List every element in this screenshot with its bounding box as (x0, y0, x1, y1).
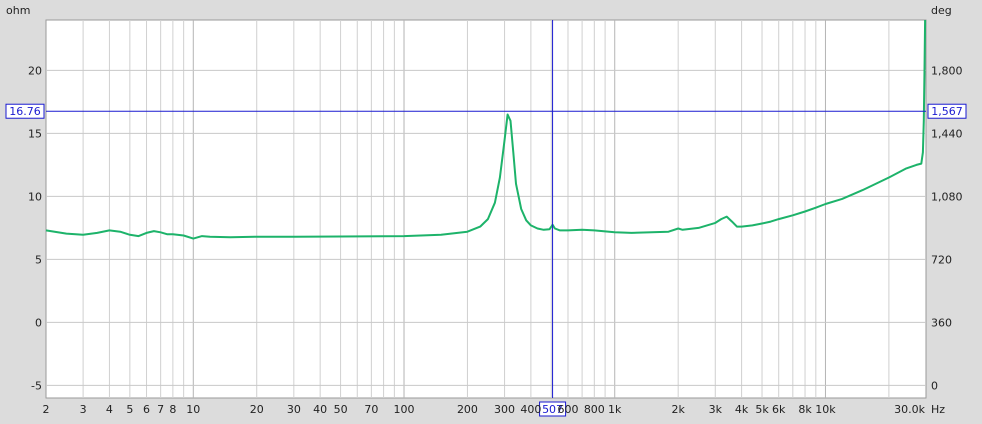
impedance-chart[interactable]: 16.76 1,567 507 ohm deg Hz -5 0 5 10 15 20 0 360 720 1… (0, 0, 982, 420)
x-axis-tick-label: 2 (43, 403, 50, 416)
x-axis-tick-label: 4 (106, 403, 113, 416)
x-axis-tick-label: 30.0k (894, 403, 925, 416)
right-axis-tick-label: 1,080 (931, 190, 963, 203)
x-axis-tick-label: 8 (169, 403, 176, 416)
right-axis-tick-label: 1,800 (931, 64, 963, 77)
x-axis-tick-label: 100 (394, 403, 415, 416)
x-axis-tick-label: 400 (520, 403, 541, 416)
x-axis-unit-label: Hz (931, 403, 945, 416)
x-axis-tick-label: 6k (772, 403, 786, 416)
right-axis-unit-label: deg (931, 4, 952, 17)
x-axis-tick-label: 8k (798, 403, 812, 416)
x-axis-tick-label: 50 (334, 403, 348, 416)
x-axis-tick-label: 30 (287, 403, 301, 416)
x-axis-tick-label: 300 (494, 403, 515, 416)
right-axis-tick-label: 720 (931, 253, 952, 266)
x-axis-tick-label: 3 (80, 403, 87, 416)
x-axis-tick-label: 4k (735, 403, 749, 416)
left-axis-tick-label: 0 (35, 316, 42, 329)
x-axis-tick-label: 800 (584, 403, 605, 416)
x-axis-tick-label: 600 (557, 403, 578, 416)
x-axis-tick-label: 40 (313, 403, 327, 416)
cursor-left-readout: 16.76 (9, 105, 41, 118)
chart-svg[interactable]: 16.76 1,567507 ohm degHz-50510152003607201… (0, 0, 982, 420)
x-axis-tick-label: 3k (709, 403, 723, 416)
x-axis-tick-label: 7 (157, 403, 164, 416)
left-axis-unit-label: ohm (6, 4, 30, 17)
right-axis-tick-label: 0 (931, 379, 938, 392)
plot-area[interactable] (45, 19, 927, 399)
left-axis-tick-label: -5 (31, 379, 42, 392)
right-axis-tick-label: 1,440 (931, 127, 963, 140)
x-axis-tick-label: 5k (755, 403, 769, 416)
x-axis-tick-label: 2k (671, 403, 685, 416)
x-axis-tick-label: 10k (815, 403, 836, 416)
x-axis-tick-label: 200 (457, 403, 478, 416)
left-axis-tick-label: 15 (28, 127, 42, 140)
x-axis-tick-label: 1k (608, 403, 622, 416)
x-axis-tick-label: 6 (143, 403, 150, 416)
x-axis-tick-label: 5 (126, 403, 133, 416)
x-axis-tick-label: 20 (250, 403, 264, 416)
left-axis-tick-label: 5 (35, 253, 42, 266)
cursor-right-readout: 1,567 (931, 105, 963, 118)
x-axis-tick-label: 70 (364, 403, 378, 416)
right-axis-tick-label: 360 (931, 316, 952, 329)
left-axis-tick-label: 10 (28, 190, 42, 203)
left-axis-tick-label: 20 (28, 64, 42, 77)
x-axis-tick-label: 10 (186, 403, 200, 416)
